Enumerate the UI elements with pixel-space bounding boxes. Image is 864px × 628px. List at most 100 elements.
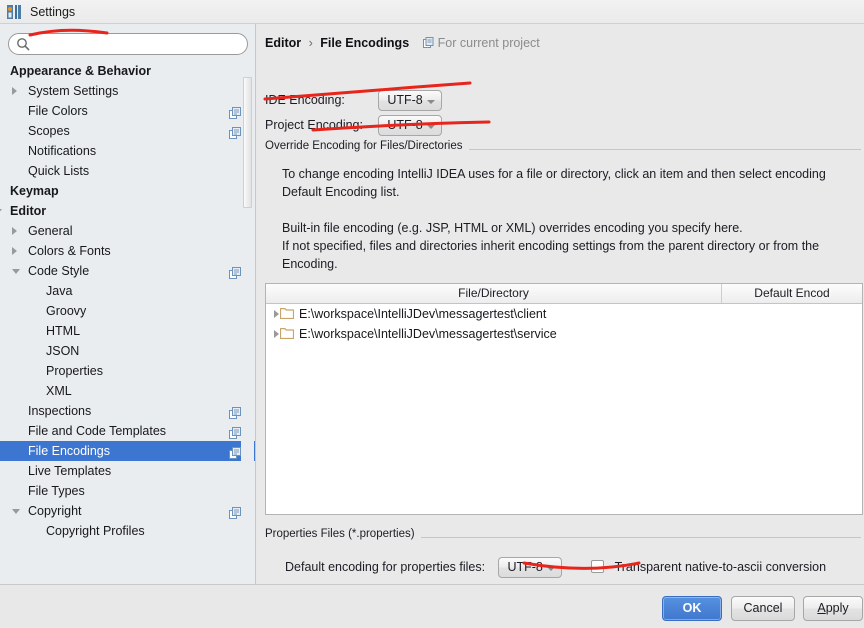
sidebar-item-label: System Settings (28, 84, 119, 98)
apply-button[interactable]: Apply (803, 596, 863, 621)
ok-button[interactable]: OK (662, 596, 722, 621)
chevron-down-icon (546, 567, 555, 571)
description-line-3: Built-in file encoding (e.g. JSP, HTML o… (282, 221, 743, 235)
override-encoding-group: Override Encoding for Files/Directories (265, 140, 861, 155)
sidebar-item-label: File Types (28, 484, 85, 498)
sidebar-item-colors-fonts[interactable]: Colors & Fonts (0, 241, 255, 261)
description-line-2: Default Encoding list. (282, 185, 400, 199)
sidebar-item-label: Code Style (28, 264, 90, 278)
chevron-down-icon[interactable] (12, 269, 20, 274)
sidebar-item-code-style[interactable]: Code Style (0, 261, 255, 281)
sidebar-item-scopes[interactable]: Scopes (0, 121, 255, 141)
transparent-native-to-ascii-checkbox[interactable] (591, 559, 605, 573)
cancel-button[interactable]: Cancel (731, 596, 795, 621)
description-line-1: To change encoding IntelliJ IDEA uses fo… (282, 167, 826, 181)
sidebar-item-notifications[interactable]: Notifications (0, 141, 255, 161)
project-encoding-combobox[interactable]: UTF-8 (378, 115, 442, 137)
sidebar-item-label: JSON (46, 344, 80, 358)
project-scope-icon (422, 37, 434, 48)
sidebar-item-general[interactable]: General (0, 221, 255, 241)
project-encoding-value: UTF-8 (387, 118, 423, 133)
sidebar-item-editor[interactable]: Editor (0, 201, 255, 221)
folder-icon (279, 325, 295, 340)
sidebar-item-label: Notifications (28, 144, 97, 158)
chevron-down-icon[interactable] (12, 509, 20, 514)
transparent-native-to-ascii-label[interactable]: Transparent native-to-ascii conversion (615, 560, 826, 574)
sidebar-scrollbar-track[interactable] (241, 60, 254, 580)
properties-files-group: Properties Files (*.properties) (265, 528, 861, 543)
search-input[interactable] (8, 33, 248, 55)
sidebar-item-file-colors[interactable]: File Colors (0, 101, 255, 121)
sidebar-item-label: Appearance & Behavior (10, 64, 152, 78)
settings-tree[interactable]: Appearance & Behavior System Settings File… (0, 61, 255, 581)
sidebar-item-properties[interactable]: Properties (0, 361, 255, 381)
properties-encoding-value: UTF-8 (507, 560, 543, 574)
sidebar-item-label: Colors & Fonts (28, 244, 111, 258)
table-row[interactable]: E:\workspace\IntelliJDev\messagertest\se… (266, 324, 862, 344)
chevron-right-icon[interactable] (12, 87, 17, 95)
chevron-right-icon[interactable] (12, 227, 17, 235)
chevron-right-icon[interactable] (274, 310, 279, 318)
sidebar-item-groovy[interactable]: Groovy (0, 301, 255, 321)
sidebar-item-xml[interactable]: XML (0, 381, 255, 401)
sidebar-item-file-encodings[interactable]: File Encodings (0, 441, 255, 461)
sidebar-item-quick-lists[interactable]: Quick Lists (0, 161, 255, 181)
sidebar-item-label: Scopes (28, 124, 70, 138)
chevron-down-icon (426, 125, 435, 130)
chevron-down-icon[interactable] (0, 209, 2, 214)
sidebar-item-label: Quick Lists (28, 164, 90, 178)
sidebar-item-copyright[interactable]: Copyright (0, 501, 255, 521)
table-row[interactable]: E:\workspace\IntelliJDev\messagertest\cl… (266, 304, 862, 324)
sidebar-item-system-settings[interactable]: System Settings (0, 81, 255, 101)
sidebar-item-copyright-profiles[interactable]: Copyright Profiles (0, 521, 255, 541)
sidebar-item-label: General (28, 224, 73, 238)
properties-encoding-combobox[interactable]: UTF-8 (498, 557, 562, 578)
sidebar-item-live-templates[interactable]: Live Templates (0, 461, 255, 481)
ide-encoding-combobox[interactable]: UTF-8 (378, 90, 442, 112)
chevron-down-icon (426, 100, 435, 105)
sidebar-item-file-types[interactable]: File Types (0, 481, 255, 501)
window-title: Settings (30, 4, 76, 19)
sidebar-item-inspections[interactable]: Inspections (0, 401, 255, 421)
ide-encoding-value: UTF-8 (387, 93, 423, 108)
dialog-footer: OK Cancel Apply (0, 584, 864, 628)
sidebar-item-appearance-behavior[interactable]: Appearance & Behavior (0, 61, 255, 81)
search-field-wrapper (8, 33, 248, 55)
window-titlebar: Settings (0, 0, 864, 24)
sidebar-item-file-and-code-templates[interactable]: File and Code Templates (0, 421, 255, 441)
breadcrumb-parent[interactable]: Editor (265, 36, 301, 50)
sidebar-item-java[interactable]: Java (0, 281, 255, 301)
settings-sidebar: Appearance & Behavior System Settings File… (0, 24, 256, 584)
ide-encoding-label: IDE Encoding: (265, 93, 345, 107)
chevron-right-icon[interactable] (274, 330, 279, 338)
sidebar-item-label: Copyright (28, 504, 82, 518)
sidebar-scrollbar-thumb[interactable] (243, 77, 252, 208)
project-encoding-label: Project Encoding: (265, 118, 363, 132)
sidebar-item-json[interactable]: JSON (0, 341, 255, 361)
properties-encoding-label: Default encoding for properties files: (285, 560, 486, 574)
project-scope-badge: For current project (422, 36, 540, 50)
file-encodings-table[interactable]: File/Directory Default Encod E:\workspac… (265, 283, 863, 515)
project-scope-icon (229, 125, 241, 139)
chevron-right-icon[interactable] (12, 247, 17, 255)
column-header-file-directory[interactable]: File/Directory (266, 284, 722, 303)
sidebar-item-label: Live Templates (28, 464, 112, 478)
settings-content-panel: Editor › File Encodings For current proj… (257, 24, 864, 584)
sidebar-item-html[interactable]: HTML (0, 321, 255, 341)
table-cell-path: E:\workspace\IntelliJDev\messagertest\cl… (299, 307, 547, 321)
properties-encoding-row: Default encoding for properties files: U… (285, 557, 826, 579)
project-encoding-row: Project Encoding: UTF-8 (265, 115, 442, 137)
sidebar-item-label: File Colors (28, 104, 88, 118)
breadcrumb-current: File Encodings (320, 36, 410, 50)
sidebar-item-label: HTML (46, 324, 81, 338)
sidebar-item-label: Editor (10, 204, 47, 218)
sidebar-item-label: Properties (46, 364, 103, 378)
column-header-default-encoding[interactable]: Default Encod (722, 284, 862, 303)
project-scope-icon (229, 265, 241, 279)
sidebar-item-keymap[interactable]: Keymap (0, 181, 255, 201)
sidebar-item-label: Keymap (10, 184, 59, 198)
table-body[interactable]: E:\workspace\IntelliJDev\messagertest\cl… (266, 304, 862, 344)
project-scope-icon (229, 105, 241, 119)
project-scope-icon (229, 405, 241, 419)
